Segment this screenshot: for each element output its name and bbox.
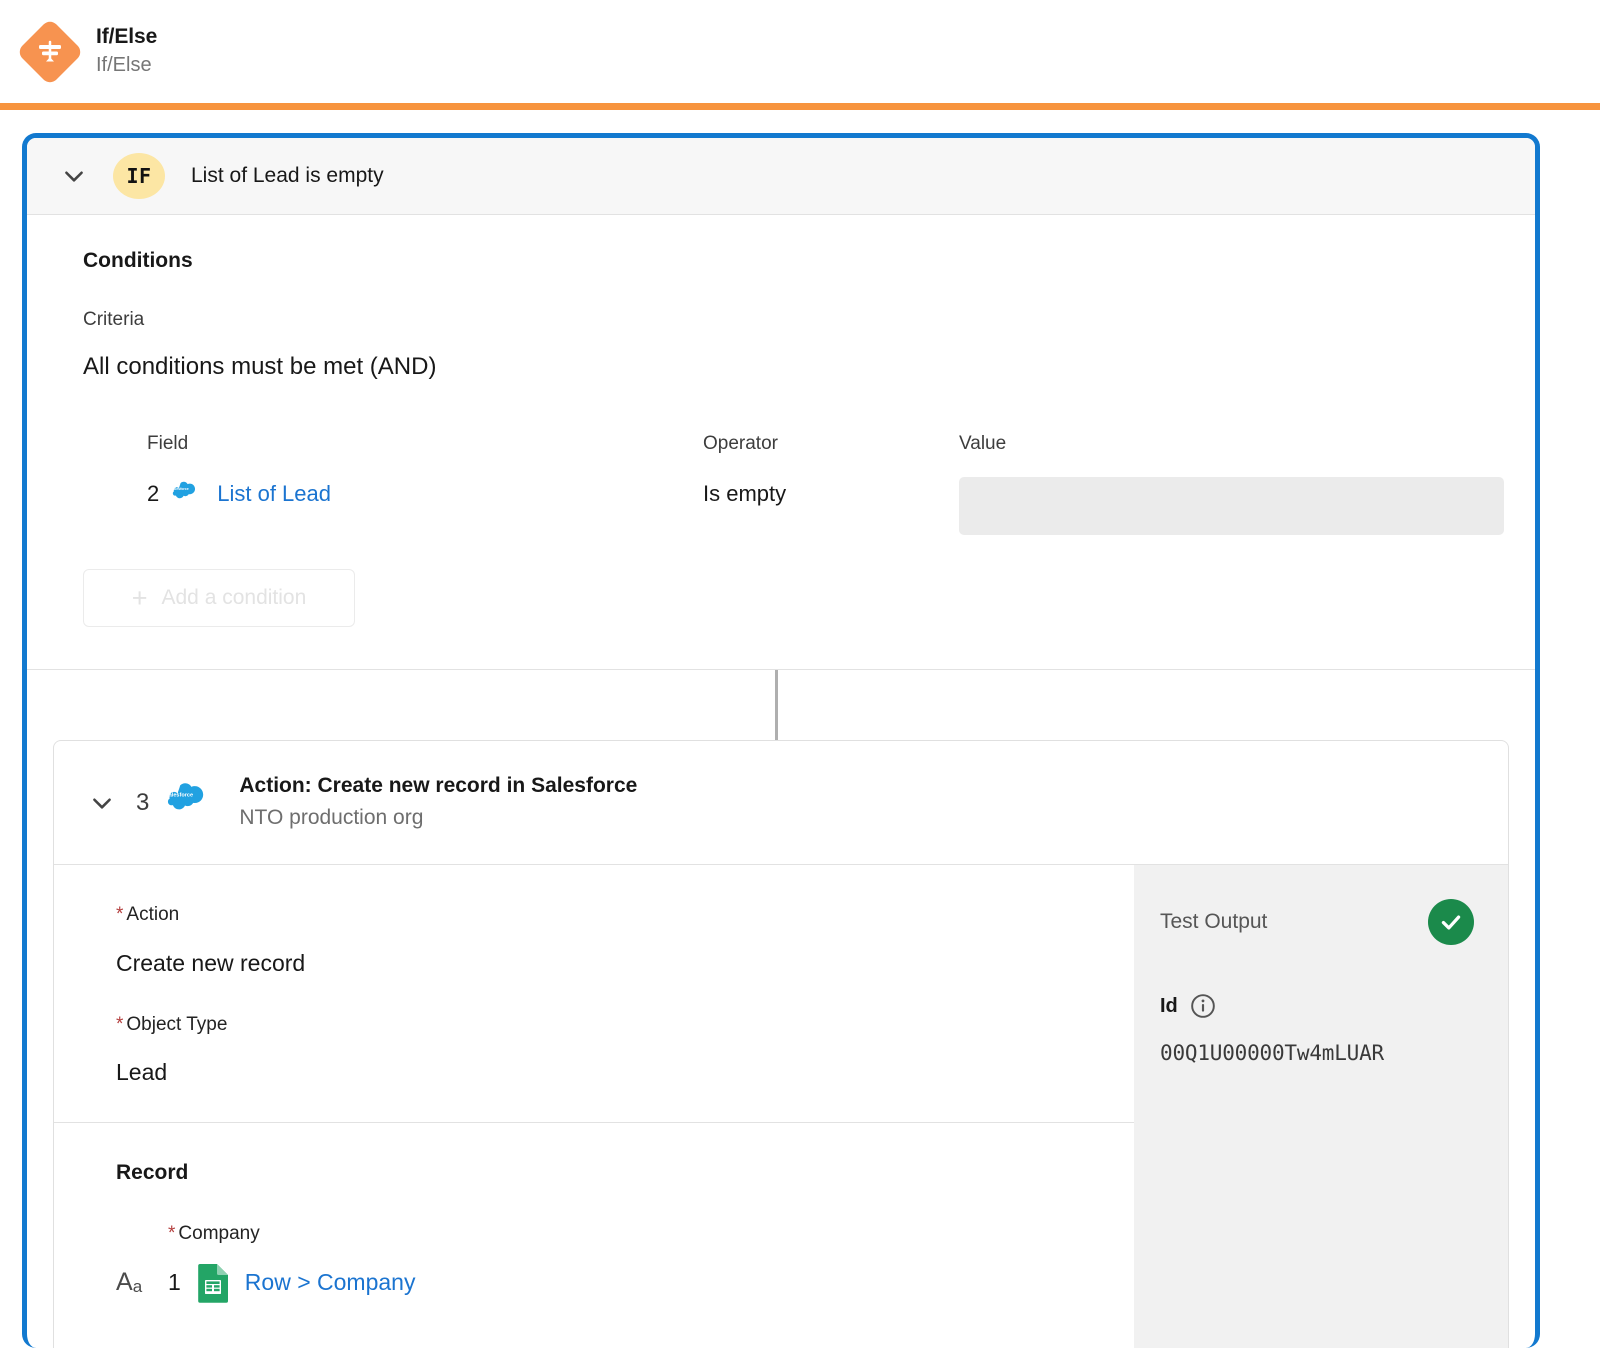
test-output-header: Test Output: [1160, 899, 1474, 945]
operator-value[interactable]: Is empty: [703, 481, 786, 507]
action-step-number: 3: [136, 788, 150, 816]
if-else-diamond-icon: [16, 17, 84, 86]
field-column: Field 2 salesforce List of Lead: [147, 433, 331, 507]
branch-connector-area: [27, 670, 1535, 740]
action-field-value[interactable]: Create new record: [116, 950, 1134, 977]
chevron-down-icon[interactable]: [57, 159, 91, 193]
criteria-label: Criteria: [83, 309, 145, 330]
action-config-block: * Action Create new record * Object Type L…: [54, 865, 1134, 1124]
action-body: * Action Create new record * Object Type L…: [54, 865, 1508, 1348]
record-title: Record: [116, 1161, 189, 1185]
action-step-card: 3 salesforce Action: Create new record i…: [53, 740, 1509, 1348]
signpost-glyph: [39, 40, 61, 61]
if-condition-header[interactable]: IF List of Lead is empty: [27, 138, 1535, 215]
text-type-icon: Aa: [116, 1267, 154, 1296]
condition-row: Field 2 salesforce List of Lead Operator…: [83, 433, 1535, 535]
record-section: Record * Company Aa 1 Row > Company: [54, 1123, 1134, 1304]
required-marker: *: [116, 1013, 124, 1035]
if-else-step-card: IF List of Lead is empty Conditions Crit…: [22, 133, 1540, 1348]
page-title: If/Else: [96, 24, 158, 48]
info-circle-icon[interactable]: [1190, 993, 1216, 1019]
required-marker: *: [168, 1223, 176, 1245]
text-type-icon-main: A: [116, 1267, 133, 1296]
page-subtitle: If/Else: [96, 54, 152, 77]
action-title: Action: Create new record in Salesforce: [239, 773, 638, 797]
salesforce-cloud-icon: salesforce: [165, 782, 219, 824]
value-column-header: Value: [959, 433, 1007, 454]
condition-value-input[interactable]: [959, 477, 1504, 535]
test-output-id-row: Id: [1160, 993, 1474, 1019]
action-step-header[interactable]: 3 salesforce Action: Create new record i…: [54, 741, 1508, 865]
field-reference-link[interactable]: List of Lead: [217, 481, 331, 507]
conditions-title: Conditions: [83, 249, 193, 272]
required-marker: *: [116, 904, 124, 925]
test-output-id-key: Id: [1160, 994, 1178, 1017]
chevron-down-icon[interactable]: [86, 790, 118, 816]
page-header: If/Else If/Else: [0, 0, 1600, 103]
field-column-header: Field: [147, 433, 189, 454]
object-type-label-text: Object Type: [126, 1013, 228, 1035]
object-type-field-label: * Object Type: [116, 1013, 1134, 1038]
google-sheets-icon: [197, 1263, 229, 1304]
add-condition-button[interactable]: + Add a condition: [83, 569, 355, 627]
company-field-label-text: Company: [178, 1223, 260, 1245]
action-field-label: * Action: [116, 903, 1134, 928]
test-output-title: Test Output: [1160, 910, 1268, 933]
action-subtitle: NTO production org: [239, 805, 424, 829]
brand-divider: [0, 103, 1600, 110]
field-step-number: 2: [147, 481, 160, 506]
plus-icon: +: [131, 582, 148, 613]
success-check-icon: [1428, 899, 1474, 945]
record-step-number: 1: [168, 1268, 181, 1295]
action-title-group: Action: Create new record in Salesforce …: [239, 772, 637, 834]
value-column: Value: [959, 433, 1504, 535]
header-text-group: If/Else If/Else: [96, 24, 157, 79]
action-form-pane: * Action Create new record * Object Type L…: [54, 865, 1134, 1348]
svg-text:salesforce: salesforce: [172, 487, 189, 491]
if-badge: IF: [113, 153, 165, 199]
operator-column: Operator Is empty: [703, 433, 786, 507]
conditions-section: Conditions Criteria All conditions must …: [27, 215, 1535, 670]
add-condition-label: Add a condition: [161, 586, 307, 609]
if-condition-label: List of Lead is empty: [191, 164, 384, 187]
svg-text:salesforce: salesforce: [166, 792, 193, 798]
operator-column-header: Operator: [703, 433, 778, 454]
test-output-id-value: 00Q1U00000Tw4mLUAR: [1160, 1041, 1384, 1065]
company-value-link[interactable]: Row > Company: [245, 1269, 416, 1296]
salesforce-cloud-icon: salesforce: [171, 481, 205, 507]
text-type-icon-sub: a: [132, 1276, 143, 1296]
company-value-row[interactable]: Aa 1 Row > Company: [116, 1263, 1134, 1304]
criteria-value[interactable]: All conditions must be met (AND): [83, 353, 1535, 381]
branch-divider-line: [775, 670, 778, 740]
company-field-label: * Company: [168, 1223, 1134, 1245]
object-type-value[interactable]: Lead: [116, 1059, 1134, 1086]
field-value-row[interactable]: 2 salesforce List of Lead: [147, 481, 331, 507]
test-output-panel: Test Output Id 00Q1U00000Tw4mLUAR: [1134, 865, 1508, 1348]
action-field-label-text: Action: [126, 904, 180, 925]
